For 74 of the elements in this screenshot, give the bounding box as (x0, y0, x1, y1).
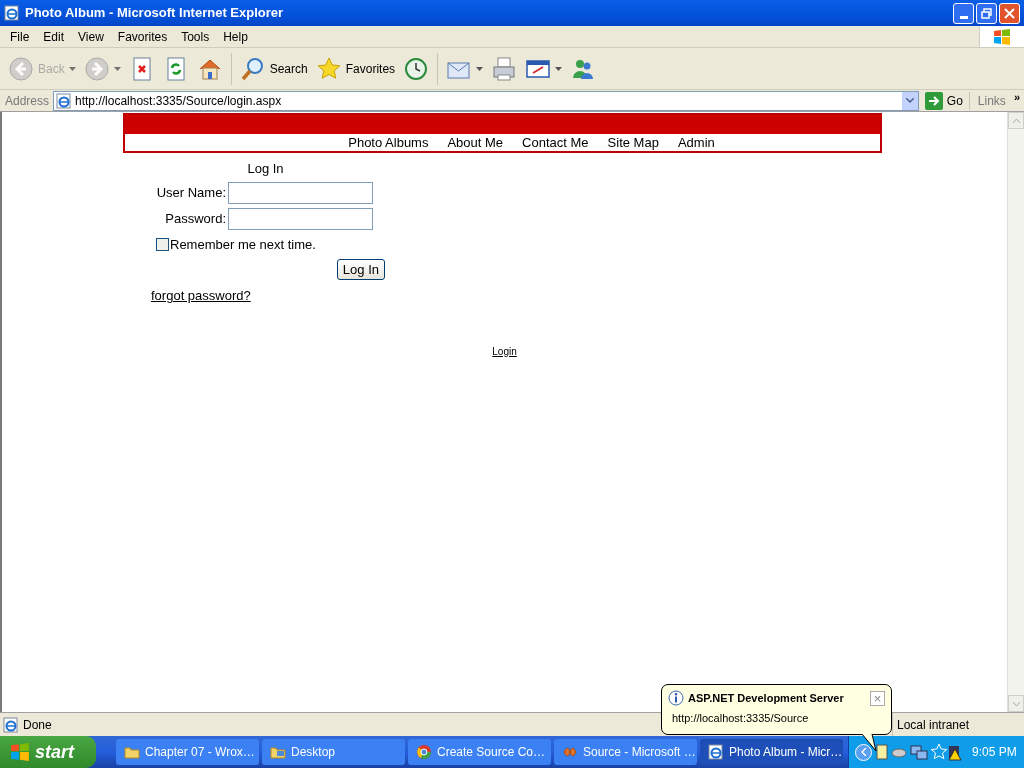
clock: 9:05 PM (972, 744, 1017, 761)
zone-text: Local intranet (897, 716, 970, 734)
nav-link[interactable]: Admin (677, 132, 715, 153)
arrow-right-icon (924, 91, 943, 110)
desktop-folder-icon (270, 744, 286, 760)
menu-item[interactable]: Favorites (110, 27, 175, 46)
scroll-down-icon (1012, 701, 1020, 706)
menu-item[interactable]: File (3, 27, 37, 46)
chevron-down-icon (905, 98, 914, 103)
caret-icon (555, 66, 563, 71)
remember-label: Remember me next time. (170, 235, 316, 254)
tray-icons-drawing[interactable] (875, 743, 963, 761)
address-field[interactable]: http://localhost:3335/Source/login.aspx (53, 90, 919, 111)
start-button[interactable]: start (0, 736, 96, 768)
nav-link[interactable]: Site Map (607, 132, 659, 153)
menu-item[interactable]: View (71, 27, 111, 46)
restore-button[interactable] (976, 2, 997, 24)
taskbar-button[interactable]: Source - Microsoft … (554, 739, 697, 765)
caret-icon (476, 66, 484, 71)
folder-icon (124, 744, 140, 760)
status-text: Done (23, 716, 52, 734)
page-icon (56, 92, 73, 109)
search-icon (239, 55, 266, 82)
minimize-icon (959, 15, 968, 19)
taskbar-button[interactable]: Desktop (262, 739, 405, 765)
login-link[interactable]: Login (492, 343, 517, 359)
field-label: Password: (164, 210, 227, 229)
tray-expand-button[interactable] (855, 743, 872, 761)
flag-logo-icon (10, 743, 30, 761)
field-label: User Name: (155, 184, 227, 203)
history-clock-icon (403, 55, 430, 82)
address-label: Address (5, 92, 50, 110)
taskbar-button[interactable]: Chapter 07 - Wrox… (116, 739, 259, 765)
vertical-scrollbar[interactable] (1007, 112, 1024, 712)
close-icon (1004, 7, 1015, 19)
remember-checkbox[interactable] (156, 237, 169, 251)
browser-circle-icon (416, 744, 432, 760)
close-button[interactable] (999, 2, 1020, 24)
balloon-text: http://localhost:3335/Source (672, 710, 809, 726)
go-button[interactable]: Go (922, 91, 965, 110)
menu-item[interactable]: Edit (36, 27, 72, 46)
login-button[interactable]: Log In (336, 259, 385, 280)
page-icon (3, 716, 19, 733)
nav-link[interactable]: Photo Albums (348, 132, 429, 153)
taskbar-button[interactable]: Photo Album - Micr… (700, 739, 843, 765)
caret-icon (68, 66, 76, 71)
info-icon (668, 690, 684, 707)
menu-item[interactable]: Tools (174, 27, 217, 46)
flag-logo-icon (993, 28, 1011, 45)
login-title: Log In (246, 160, 285, 178)
username-field[interactable] (228, 182, 373, 204)
password-field[interactable] (228, 208, 373, 230)
scroll-up-icon (1012, 118, 1020, 123)
more-links-button[interactable]: » (1013, 89, 1020, 106)
nav-link[interactable]: Contact Me (522, 132, 589, 153)
taskbar-button[interactable]: Create Source Co… (408, 739, 551, 765)
balloon-title: ASP.NET Development Server (688, 691, 845, 706)
printer-icon (491, 55, 518, 82)
window-title: Photo Album - Microsoft Internet Explorer (25, 4, 285, 23)
menu-item[interactable]: Help (216, 27, 255, 46)
caret-icon (113, 66, 121, 71)
balloon-close-button[interactable]: × (870, 690, 885, 706)
search-button[interactable]: Search (237, 51, 310, 86)
restore-icon (981, 7, 992, 19)
browser-page-icon (708, 744, 724, 760)
chevron-left-icon (860, 748, 867, 756)
minimize-button[interactable] (953, 2, 974, 24)
favorites-button[interactable]: Favorites (313, 51, 398, 86)
forgot-password-link[interactable]: forgot password? (151, 286, 251, 306)
star-icon (315, 55, 342, 82)
browser-page-icon (4, 5, 20, 21)
links-label[interactable]: Links (977, 91, 1006, 110)
nav-link[interactable]: About Me (447, 132, 504, 153)
dropdown-button[interactable] (901, 91, 918, 110)
